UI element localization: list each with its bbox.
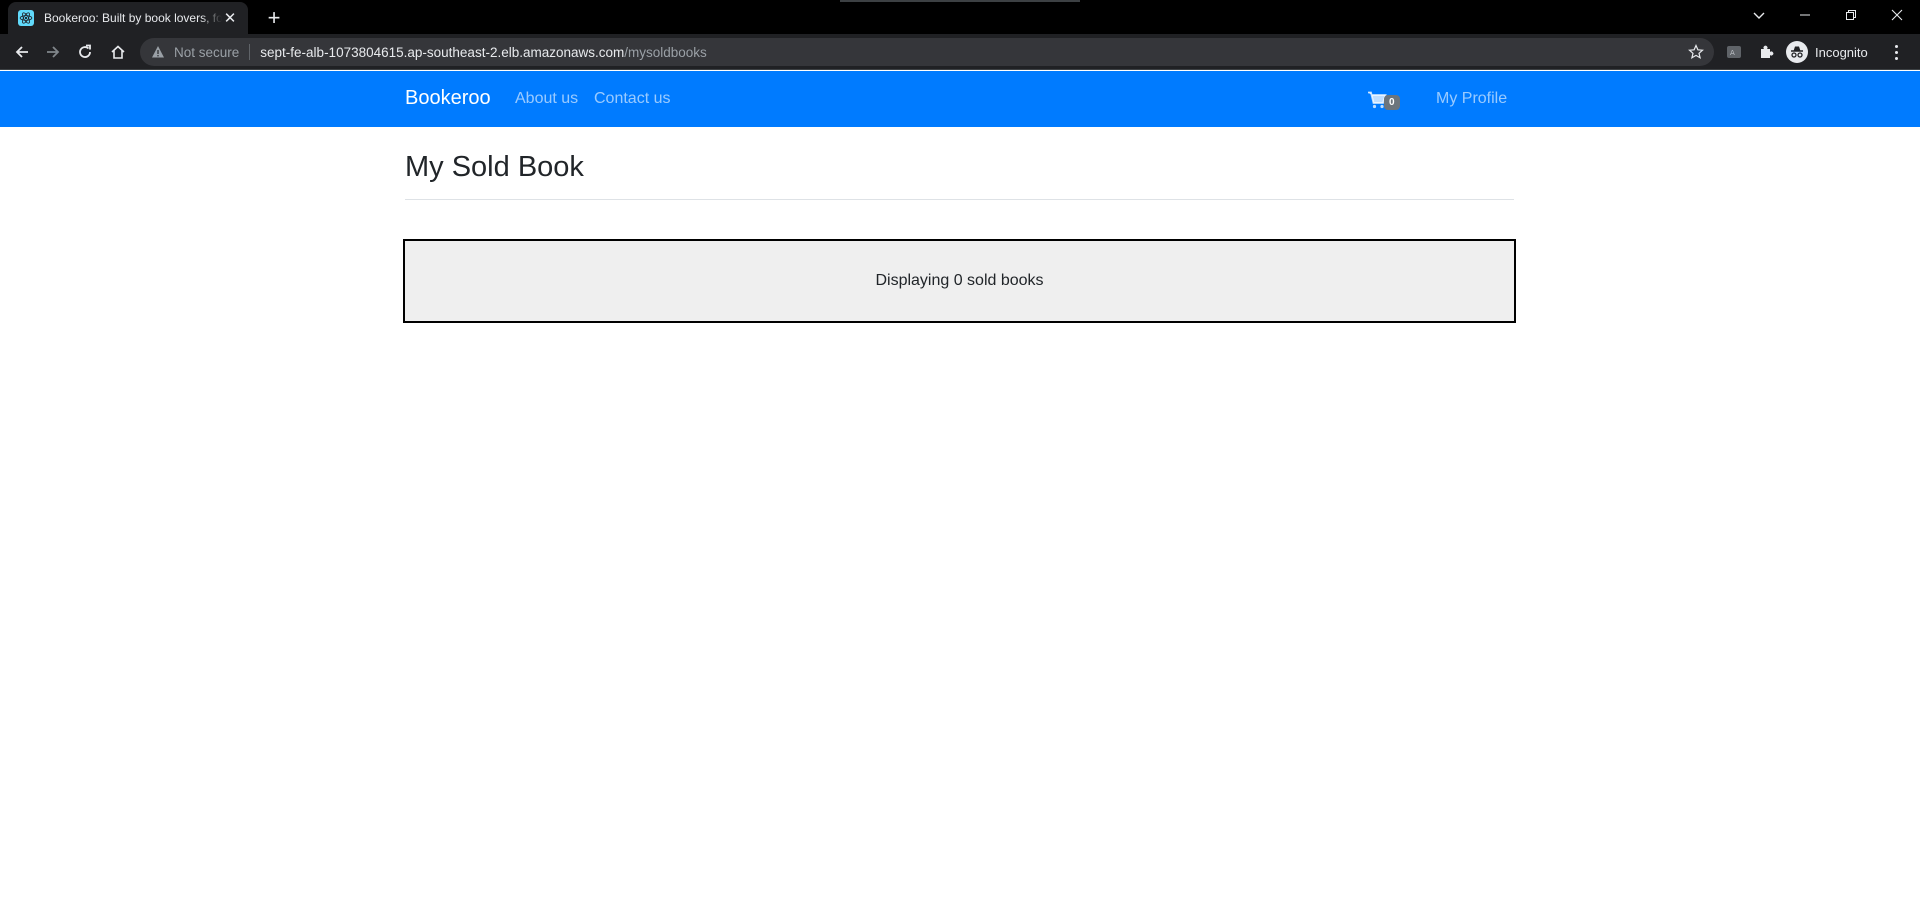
restore-button[interactable] [1828,0,1874,30]
page-title: My Sold Book [405,151,584,183]
url-host: sept-fe-alb-1073804615.ap-southeast-2.el… [260,44,625,60]
nav-link-contact[interactable]: Contact us [594,90,670,108]
browser-tab-bar: Bookeroo: Built by book lovers, for book… [0,0,1920,34]
incognito-profile-button[interactable]: Incognito [1786,38,1868,66]
browser-tab[interactable]: Bookeroo: Built by book lovers, for book… [8,2,248,34]
bookmark-star-icon[interactable] [1688,44,1704,60]
title-divider [405,199,1514,200]
cart-button[interactable]: 0 [1367,89,1400,110]
close-window-button[interactable] [1874,0,1920,30]
new-tab-button[interactable]: + [260,4,288,32]
extension-a-icon[interactable]: A [1724,42,1744,62]
svg-text:A: A [1730,49,1735,57]
puzzle-extensions-icon[interactable] [1756,42,1776,62]
forward-arrow-icon[interactable] [39,38,67,66]
back-arrow-icon[interactable] [8,38,36,66]
sold-books-panel: Displaying 0 sold books [403,239,1516,323]
incognito-label: Incognito [1815,44,1868,60]
address-bar[interactable]: Not secure sept-fe-alb-1073804615.ap-sou… [140,38,1714,66]
tab-close-icon[interactable]: ✕ [222,9,238,27]
cart-count-badge: 0 [1384,95,1400,110]
react-favicon-icon [18,10,34,26]
warning-icon[interactable] [150,44,166,60]
tab-title: Bookeroo: Built by book lovers, for book… [44,11,222,25]
reload-icon[interactable] [71,38,99,66]
minimize-button[interactable] [1782,0,1828,30]
nav-link-my-profile[interactable]: My Profile [1436,90,1507,108]
incognito-icon [1786,41,1808,63]
browser-menu-icon[interactable] [1886,40,1906,64]
home-icon[interactable] [104,38,132,66]
brand-link[interactable]: Bookeroo [405,87,491,110]
site-navbar: Bookeroo About us Contact us 0 My Profil… [0,71,1920,127]
tab-search-indicator [840,0,1080,2]
url-path: /mysoldbooks [624,44,707,60]
security-label[interactable]: Not secure [174,45,239,60]
tab-search-chevron-icon[interactable] [1736,0,1782,30]
nav-link-about[interactable]: About us [515,90,578,108]
url-divider [249,44,251,60]
browser-toolbar: Not secure sept-fe-alb-1073804615.ap-sou… [0,34,1920,70]
sold-books-count-text: Displaying 0 sold books [875,272,1044,289]
